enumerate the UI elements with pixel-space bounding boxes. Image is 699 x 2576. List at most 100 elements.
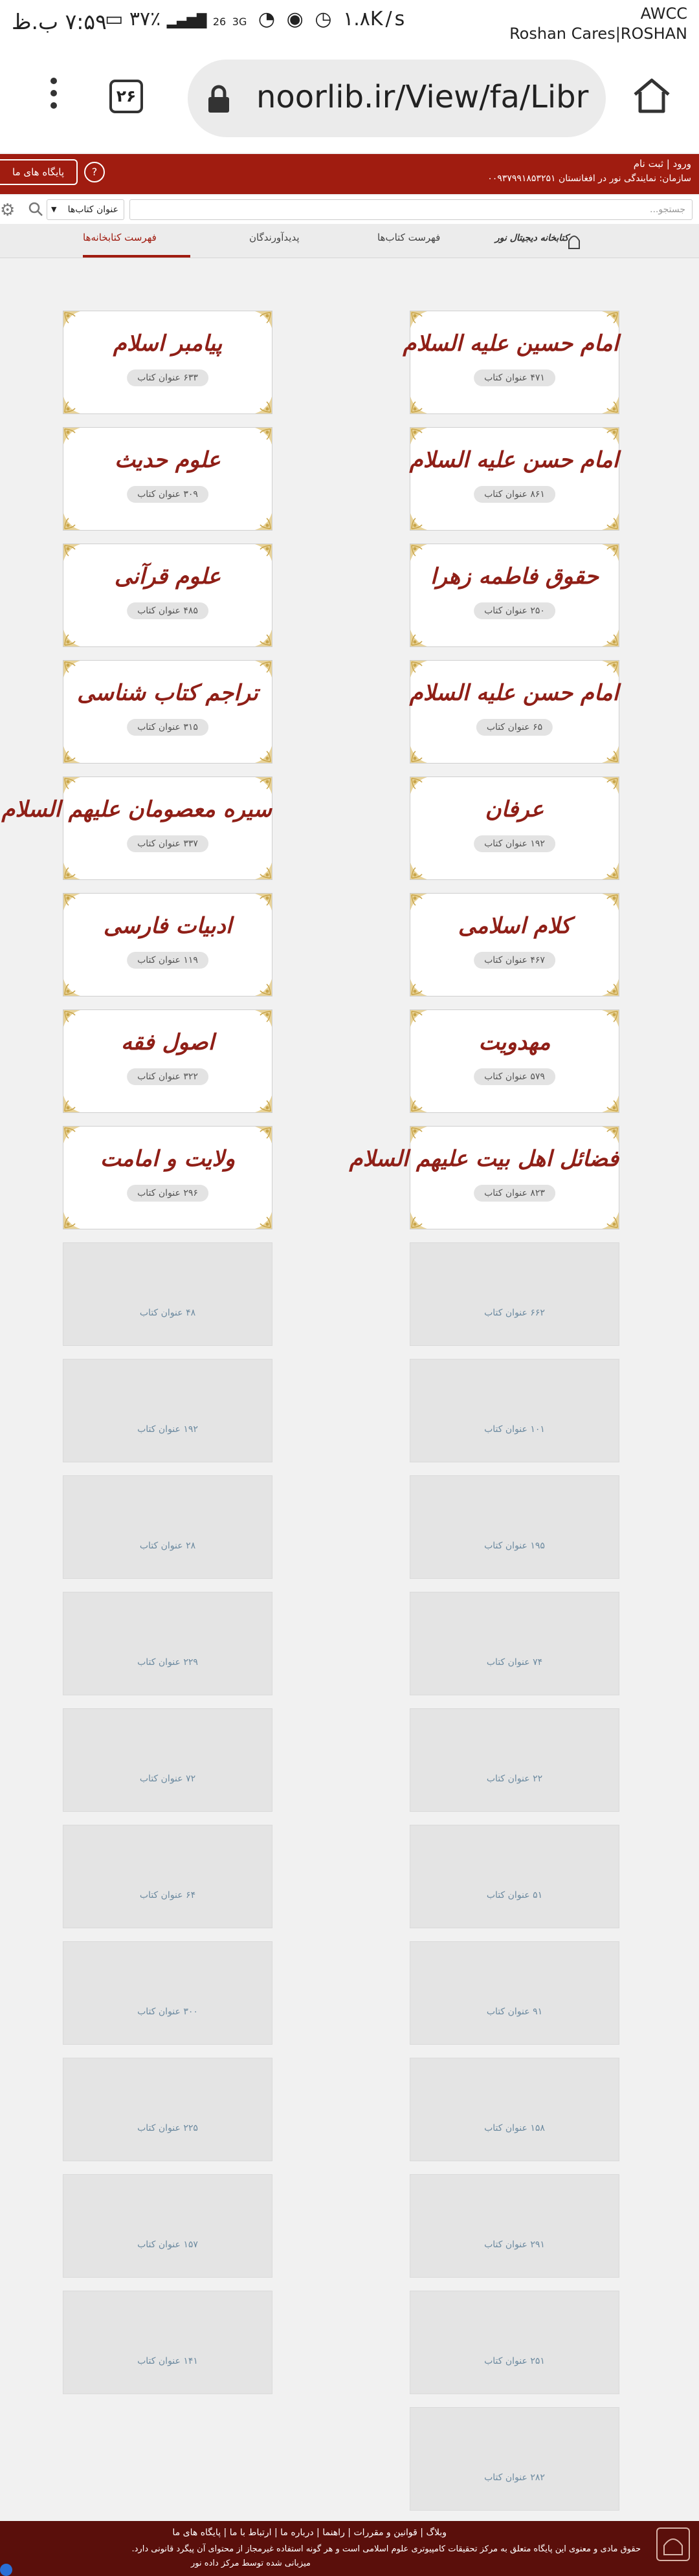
signal-type-1: 26 xyxy=(212,16,227,28)
library-book-count: ۶۵ عنوان کتاب xyxy=(476,719,553,736)
library-card[interactable]: مهدویت ۵۷۹ عنوان کتاب xyxy=(410,1009,619,1113)
ornament-corner-icon xyxy=(63,512,82,530)
library-card[interactable]: پیامبر اسلام ۶۳۳ عنوان کتاب xyxy=(63,311,272,414)
site-logo[interactable]: کتابخانه دیجیتال نور xyxy=(495,230,580,251)
ornament-corner-icon xyxy=(63,978,82,996)
library-card[interactable]: ۶۶۲ عنوان کتاب xyxy=(410,1242,619,1346)
library-card[interactable]: ۱۰۱ عنوان کتاب xyxy=(410,1359,619,1462)
ornament-corner-icon xyxy=(254,1127,272,1145)
library-book-count: ۳۲۲ عنوان کتاب xyxy=(127,1068,208,1085)
carrier-info: AWCC Roshan Cares|ROSHAN xyxy=(509,4,687,44)
ornament-corner-icon xyxy=(410,1010,428,1028)
ornament-corner-icon xyxy=(601,1010,619,1028)
ornament-corner-icon xyxy=(410,1127,428,1145)
library-card[interactable]: ۵۱ عنوان کتاب xyxy=(410,1825,619,1928)
library-card[interactable]: ۱۵۷ عنوان کتاب xyxy=(63,2174,272,2278)
library-book-count: ۲۲ عنوان کتاب xyxy=(486,1774,543,1784)
library-card[interactable]: ۲۲۹ عنوان کتاب xyxy=(63,1592,272,1695)
library-card[interactable]: حقوق فاطمه زهرا ۲۵۰ عنوان کتاب xyxy=(410,544,619,647)
ornament-corner-icon xyxy=(601,428,619,446)
ornament-corner-icon xyxy=(63,894,82,912)
library-card[interactable]: اصول فقه ۳۲۲ عنوان کتاب xyxy=(63,1009,272,1113)
ornament-corner-icon xyxy=(410,861,428,879)
library-book-count: ۳۰۹ عنوان کتاب xyxy=(127,486,208,503)
ornament-corner-icon xyxy=(63,661,82,679)
wifi-icon: ◔ xyxy=(258,8,278,30)
library-book-count: ۵۱ عنوان کتاب xyxy=(486,1890,543,1900)
menu-icon[interactable] xyxy=(50,78,57,115)
library-card[interactable]: عرفان ۱۹۲ عنوان کتاب xyxy=(410,776,619,880)
ornament-corner-icon xyxy=(254,1010,272,1028)
library-book-count: ۴۷۱ عنوان کتاب xyxy=(474,369,555,386)
library-card[interactable]: ۲۵۱ عنوان کتاب xyxy=(410,2291,619,2394)
ornament-corner-icon xyxy=(410,745,428,763)
status-time: ۷:۵۹ ب.ظ xyxy=(12,9,107,34)
library-card[interactable]: امام حسن علیه السلام ۶۵ عنوان کتاب xyxy=(410,660,619,764)
library-title: مهدویت xyxy=(478,1029,551,1055)
our-libraries-button[interactable]: پایگاه های ما xyxy=(0,159,78,185)
library-card[interactable]: ۷۲ عنوان کتاب xyxy=(63,1708,272,1812)
library-card[interactable]: علوم حدیث ۳۰۹ عنوان کتاب xyxy=(63,427,272,531)
library-card[interactable]: ۱۵۸ عنوان کتاب xyxy=(410,2058,619,2161)
tab-creators[interactable]: پدیدآورندگان xyxy=(249,232,300,243)
library-card[interactable]: ۱۹۲ عنوان کتاب xyxy=(63,1359,272,1462)
library-card[interactable]: ۲۸۲ عنوان کتاب xyxy=(410,2407,619,2511)
gear-icon[interactable]: ⚙ xyxy=(0,201,15,220)
search-field-value: عنوان کتاب‌ها xyxy=(67,204,118,215)
library-card[interactable]: ۶۴ عنوان کتاب xyxy=(63,1825,272,1928)
search-input[interactable]: جستجو... xyxy=(129,199,693,220)
search-field-select[interactable]: عنوان کتاب‌ها ▼ xyxy=(47,199,124,220)
footer-links[interactable]: وبلاگ | قوانین و مقررات | راهنما | دربار… xyxy=(172,2527,447,2538)
dome-logo-icon xyxy=(663,2538,683,2555)
ornament-corner-icon xyxy=(254,978,272,996)
ornament-corner-icon xyxy=(601,1094,619,1112)
tab-libraries[interactable]: فهرست کتابخانه‌ها xyxy=(83,232,157,243)
ornament-corner-icon xyxy=(254,1094,272,1112)
carrier-line-1: AWCC xyxy=(640,5,687,23)
ornament-corner-icon xyxy=(410,512,428,530)
library-card[interactable]: ادبیات فارسی ۱۱۹ عنوان کتاب xyxy=(63,893,272,996)
tab-switcher-button[interactable]: ۲۶ xyxy=(109,80,143,113)
library-card[interactable]: سیره معصومان علیهم السلام ۳۳۷ عنوان کتاب xyxy=(1,776,272,880)
library-card[interactable]: فضائل اهل بیت علیهم السلام ۸۲۳ عنوان کتاب xyxy=(350,1126,619,1229)
android-status-bar: ۷:۵۹ ب.ظ ▭ ۳۷٪ ▂▄▆█ 26 3G ◔ ◉ ◷ ۱.۸K/s A… xyxy=(0,0,699,49)
library-card[interactable]: تراجم کتاب شناسی ۳۱۵ عنوان کتاب xyxy=(63,660,272,764)
home-icon[interactable] xyxy=(631,75,672,116)
library-card[interactable]: ۲۲۵ عنوان کتاب xyxy=(63,2058,272,2161)
login-link[interactable]: ورود | ثبت نام xyxy=(634,158,691,170)
footer-logo[interactable] xyxy=(656,2527,690,2561)
library-card[interactable]: ۴۸ عنوان کتاب xyxy=(63,1242,272,1346)
ornament-corner-icon xyxy=(254,628,272,646)
address-bar[interactable]: noorlib.ir/View/fa/Libr xyxy=(188,60,606,137)
ornament-corner-icon xyxy=(601,978,619,996)
floating-action-button[interactable] xyxy=(0,2564,12,2576)
library-card[interactable]: ۲۸ عنوان کتاب xyxy=(63,1475,272,1579)
library-card[interactable]: ۲۲ عنوان کتاب xyxy=(410,1708,619,1812)
ornament-corner-icon xyxy=(254,777,272,795)
library-card[interactable]: امام حسین علیه السلام ۴۷۱ عنوان کتاب xyxy=(403,311,619,414)
library-book-count: ۱۹۲ عنوان کتاب xyxy=(137,1424,198,1435)
library-card[interactable]: ۱۹۵ عنوان کتاب xyxy=(410,1475,619,1579)
library-card[interactable]: امام حسن علیه السلام ۸۶۱ عنوان کتاب xyxy=(410,427,619,531)
signal-type-2: 3G xyxy=(232,16,250,28)
library-card[interactable]: ۷۴ عنوان کتاب xyxy=(410,1592,619,1695)
tab-books[interactable]: فهرست کتاب‌ها xyxy=(377,232,440,243)
ornament-corner-icon xyxy=(601,661,619,679)
library-card[interactable]: کلام اسلامی ۴۶۷ عنوان کتاب xyxy=(410,893,619,996)
footer-copyright: حقوق مادی و معنوی این پایگاه متعلق به مر… xyxy=(131,2544,641,2554)
ornament-corner-icon xyxy=(254,894,272,912)
ornament-corner-icon xyxy=(410,777,428,795)
library-card[interactable]: ۹۱ عنوان کتاب xyxy=(410,1941,619,2045)
library-card[interactable]: علوم قرآنی ۴۸۵ عنوان کتاب xyxy=(63,544,272,647)
library-card[interactable]: ۱۴۱ عنوان کتاب xyxy=(63,2291,272,2394)
library-card[interactable]: ولایت و امامت ۲۹۶ عنوان کتاب xyxy=(63,1126,272,1229)
library-title: امام حسین علیه السلام xyxy=(403,331,619,357)
help-icon[interactable]: ? xyxy=(84,162,105,182)
library-book-count: ۹۱ عنوان کتاب xyxy=(486,2007,543,2017)
ornament-corner-icon xyxy=(254,395,272,413)
library-book-count: ۲۸۲ عنوان کتاب xyxy=(484,2472,545,2483)
library-card[interactable]: ۳۰۰ عنوان کتاب xyxy=(63,1941,272,2045)
library-card[interactable]: ۲۹۱ عنوان کتاب xyxy=(410,2174,619,2278)
search-icon[interactable] xyxy=(27,201,44,217)
library-book-count: ۲۹۱ عنوان کتاب xyxy=(484,2240,545,2250)
